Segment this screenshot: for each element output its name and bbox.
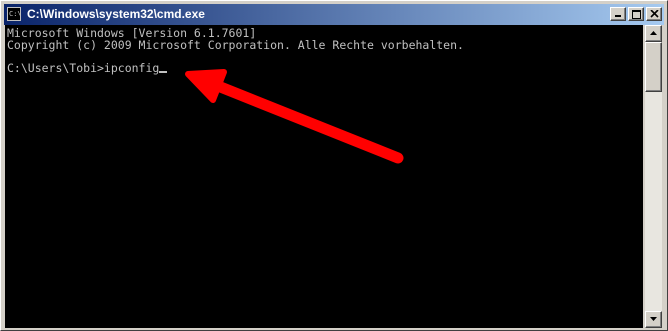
- arrow-up-icon: [650, 31, 657, 35]
- scroll-down-button[interactable]: [645, 311, 662, 328]
- scroll-up-button[interactable]: [645, 25, 662, 42]
- console-prompt-line: C:\Users\Tobi>ipconfig: [7, 61, 168, 75]
- vertical-scrollbar[interactable]: [645, 25, 662, 328]
- command-prompt: C:\Users\Tobi>ipconfig: [7, 61, 160, 75]
- close-icon: [650, 10, 659, 18]
- cmd-window: C:\ C:\Windows\system32\cmd.exe Microsof…: [0, 0, 668, 331]
- arrow-down-icon: [650, 317, 657, 321]
- title-bar[interactable]: C:\ C:\Windows\system32\cmd.exe: [4, 4, 664, 25]
- scrollbar-thumb[interactable]: [645, 42, 662, 92]
- maximize-button[interactable]: [628, 7, 644, 21]
- cmd-icon[interactable]: C:\: [7, 7, 21, 21]
- console-output[interactable]: Microsoft Windows [Version 6.1.7601] Cop…: [5, 25, 643, 328]
- window-title: C:\Windows\system32\cmd.exe: [27, 7, 205, 21]
- minimize-button[interactable]: [610, 7, 626, 21]
- text-cursor: [159, 71, 168, 73]
- close-button[interactable]: [646, 7, 662, 21]
- console-line-copyright: Copyright (c) 2009 Microsoft Corporation…: [7, 38, 464, 52]
